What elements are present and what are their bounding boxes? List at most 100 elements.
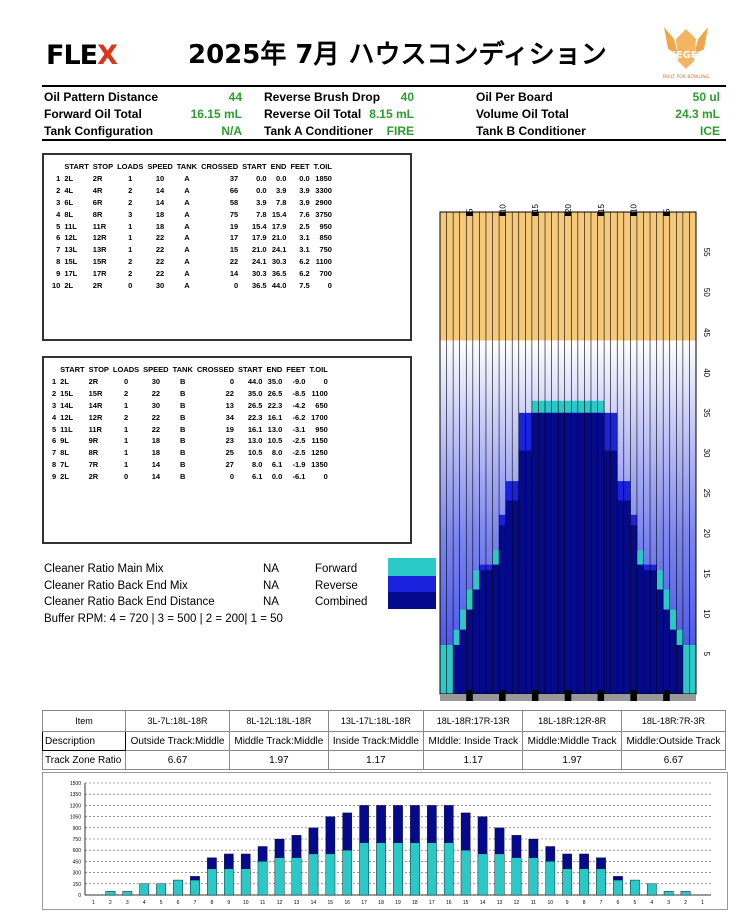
track-zone-table: Item 3L-7L:18L-18R 8L-12L:18L-18R 13L-17… bbox=[42, 710, 727, 770]
table-cell: 9L bbox=[60, 436, 69, 446]
distance-label: 30 bbox=[702, 449, 711, 458]
table-cell: 22 bbox=[155, 233, 165, 243]
x-tick-label: 13 bbox=[497, 900, 503, 906]
table-row: 1 2L 2R 0 30 B 0 44.0 35.0 -9.0 0 bbox=[50, 376, 330, 388]
stats-row: Forward Oil Total 16.15 mL Reverse Oil To… bbox=[44, 107, 720, 121]
table-cell: 24.1 bbox=[271, 245, 287, 255]
table-cell: 36.5 bbox=[252, 281, 267, 291]
x-tick-label: 7 bbox=[600, 900, 603, 906]
table-row: 6 9L 9R 1 18 B 23 13.0 10.5 -2.5 1150 bbox=[50, 435, 330, 447]
board-number-label: 15 bbox=[531, 204, 540, 213]
table-cell: 17 bbox=[229, 233, 239, 243]
combined-oil-column bbox=[545, 412, 552, 694]
table-cell: 14R bbox=[88, 400, 103, 410]
forward-bar bbox=[646, 883, 657, 896]
table-row: 7 13L 13R 1 22 A 15 21.0 24.1 3.1 750 bbox=[50, 244, 334, 256]
table-cell: 0.0 bbox=[276, 173, 287, 183]
table-cell: 1250 bbox=[311, 448, 328, 458]
y-tick-label: 1500 bbox=[70, 781, 81, 787]
y-tick-label: 1200 bbox=[70, 803, 81, 809]
table-cell: 2R bbox=[88, 376, 99, 386]
table-cell: 14 bbox=[155, 197, 165, 207]
table-cell: 1 bbox=[123, 448, 129, 458]
forward-oil-column bbox=[682, 644, 690, 694]
table-cell: B bbox=[180, 448, 186, 458]
table-header-row: START STOP LOADS SPEED TANK CROSSED START END FE… bbox=[50, 364, 330, 376]
zone-range: 18L-18R:17R-13R bbox=[423, 710, 524, 732]
table-cell: A bbox=[184, 221, 190, 231]
buffer-rpm: Buffer RPM: 4 = 720 | 3 = 500 | 2 = 200|… bbox=[44, 612, 283, 625]
table-cell: 15.4 bbox=[271, 209, 287, 219]
table-cell: 6.1 bbox=[252, 472, 263, 482]
table-cell: 1850 bbox=[315, 173, 332, 183]
combined-oil-column bbox=[512, 500, 520, 694]
table-cell: 6.2 bbox=[299, 269, 310, 279]
table-cell: 13.0 bbox=[267, 424, 283, 434]
zone-ratio: 6.67 bbox=[124, 750, 231, 770]
forward-bar bbox=[207, 868, 217, 896]
column-header: LOADS bbox=[112, 365, 140, 374]
x-tick-label: 9 bbox=[227, 900, 230, 906]
table-cell: 8L bbox=[60, 448, 69, 458]
table-cell: 14 bbox=[229, 269, 239, 279]
forward-bar bbox=[613, 879, 623, 896]
table-cell: 1700 bbox=[311, 412, 328, 422]
table-cell: 22 bbox=[155, 269, 165, 279]
table-cell: -6.1 bbox=[292, 472, 306, 482]
table-cell: -3.1 bbox=[292, 424, 306, 434]
table-cell: 1 bbox=[128, 173, 133, 183]
forward-oil-column bbox=[446, 644, 454, 694]
legend-swatch-reverse bbox=[388, 576, 436, 592]
table-cell: 22 bbox=[155, 245, 165, 255]
page-title: 2025年 7月 ハウスコンディション bbox=[188, 40, 607, 70]
board-number-label: 5 bbox=[662, 208, 671, 213]
table-cell: 3 bbox=[128, 209, 133, 219]
table-cell: 8 bbox=[52, 460, 57, 470]
table-cell: 7 bbox=[52, 448, 57, 458]
zone-range: 18L-18R:12R-8R bbox=[522, 710, 622, 732]
zone-description: Outside Track:Middle bbox=[124, 731, 231, 751]
column-header: T.OIL bbox=[309, 365, 328, 374]
combined-oil-column bbox=[636, 564, 644, 694]
forward-bar bbox=[545, 861, 556, 896]
table-cell: 3.1 bbox=[299, 233, 310, 243]
forward-bar bbox=[291, 857, 302, 896]
x-tick-label: 4 bbox=[143, 900, 146, 906]
table-cell: 13L bbox=[64, 245, 78, 255]
table-row: 9 17L 17R 2 22 A 14 30.3 36.5 6.2 700 bbox=[50, 268, 334, 280]
table-cell: -2.5 bbox=[292, 448, 306, 458]
dot-marker bbox=[499, 690, 506, 694]
forward-bar bbox=[562, 868, 572, 896]
forward-bar bbox=[427, 842, 437, 896]
stats-row: Oil Pattern Distance 44 Reverse Brush Dro… bbox=[44, 90, 720, 104]
foul-dot-marker bbox=[531, 694, 539, 701]
table-cell: 2 bbox=[128, 185, 133, 195]
table-cell: 650 bbox=[315, 400, 328, 410]
table-cell: 26.5 bbox=[267, 388, 283, 398]
table-header-row: START STOP LOADS SPEED TANK CROSSED START END FE… bbox=[50, 161, 334, 173]
stats-row: Tank Configuration N/A Tank A Conditioner… bbox=[44, 124, 720, 138]
reverse-pattern-table: START STOP LOADS SPEED TANK CROSSED START END FE… bbox=[42, 356, 412, 544]
table-cell: 950 bbox=[319, 221, 332, 231]
x-tick-label: 15 bbox=[463, 900, 469, 906]
table-cell: 3300 bbox=[315, 185, 332, 195]
x-tick-label: 13 bbox=[294, 900, 300, 906]
column-header: CROSSED bbox=[201, 162, 239, 171]
x-tick-label: 16 bbox=[446, 900, 452, 906]
x-tick-label: 6 bbox=[177, 900, 180, 906]
table-cell: 22.3 bbox=[247, 412, 263, 422]
table-cell: 75 bbox=[229, 209, 239, 219]
table-cell: 21.0 bbox=[252, 245, 267, 255]
combined-oil-column bbox=[531, 412, 539, 694]
table-cell: 37 bbox=[229, 173, 239, 183]
table-cell: 1 bbox=[123, 424, 129, 434]
foul-dot-marker bbox=[564, 694, 572, 701]
foul-dot-marker bbox=[499, 694, 506, 701]
table-row: 4 8L 8R 3 18 A 75 7.8 15.4 7.6 3750 bbox=[50, 209, 334, 221]
table-cell: 3.9 bbox=[256, 197, 267, 207]
table-cell: 6L bbox=[64, 197, 74, 207]
table-cell: 7.5 bbox=[299, 281, 310, 291]
y-tick-label: 1050 bbox=[70, 815, 81, 821]
foul-dot-marker bbox=[466, 694, 473, 701]
table-cell: 35.0 bbox=[267, 376, 283, 386]
